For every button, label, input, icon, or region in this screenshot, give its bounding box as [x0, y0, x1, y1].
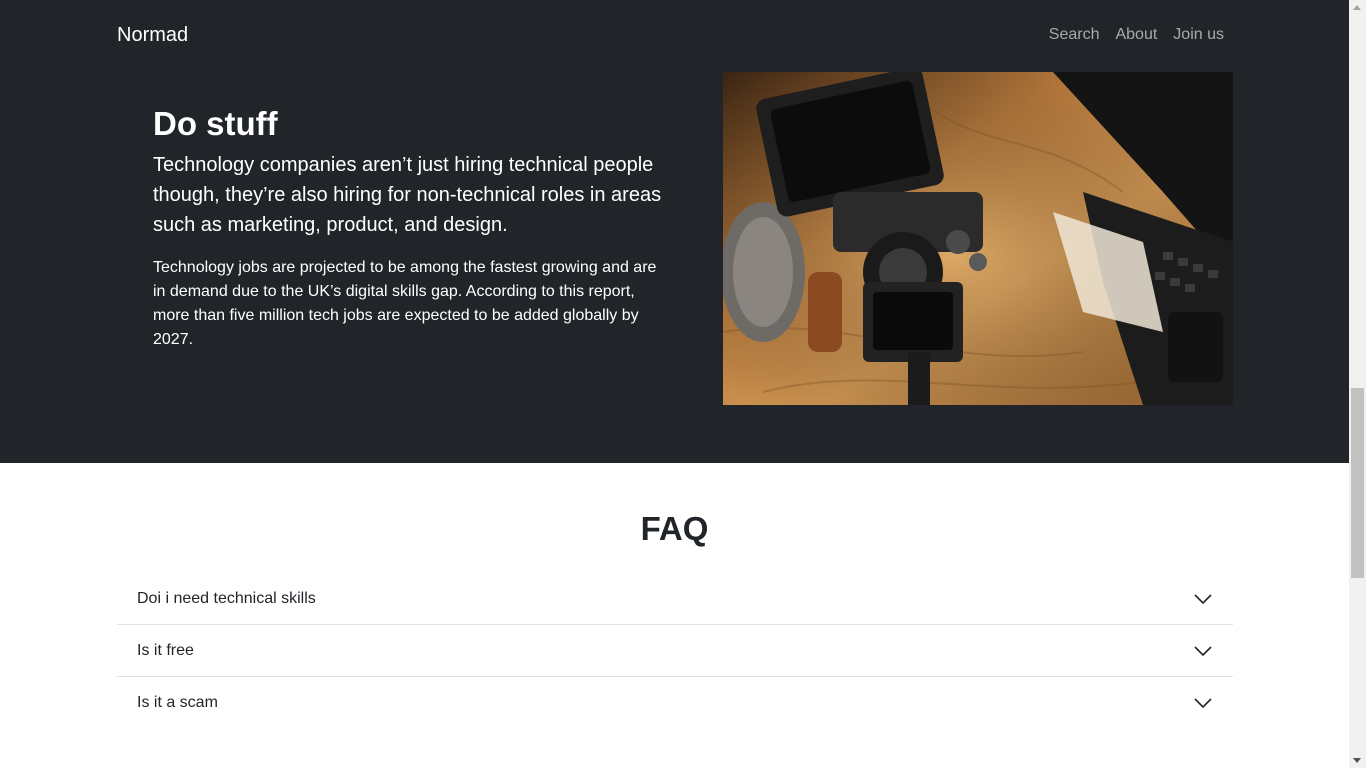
hero-lead-text: Technology companies aren’t just hiring … — [153, 154, 662, 236]
faq-item[interactable]: Is it free — [117, 625, 1233, 677]
faq-item[interactable]: Doi i need technical skills — [117, 573, 1233, 625]
chevron-down-icon — [1194, 593, 1212, 604]
faq-accordion: Doi i need technical skills Is it free I… — [117, 573, 1233, 729]
hero-section: Normad Search About Join us Do stuff Tec… — [0, 0, 1349, 463]
vertical-scrollbar[interactable] — [1349, 0, 1366, 768]
faq-question: Doi i need technical skills — [137, 589, 316, 607]
chevron-down-icon — [1194, 698, 1212, 709]
faq-item[interactable]: Is it a scam — [117, 677, 1233, 729]
nav-join-us[interactable]: Join us — [1173, 26, 1224, 44]
scroll-up-arrow-icon[interactable] — [1353, 5, 1361, 10]
faq-title: FAQ — [640, 510, 709, 547]
faq-question: Is it a scam — [137, 694, 218, 711]
scrollbar-thumb[interactable] — [1351, 388, 1364, 578]
brand-logo[interactable]: Normad — [117, 24, 188, 47]
nav-search[interactable]: Search — [1049, 26, 1100, 44]
chevron-down-icon — [1194, 645, 1212, 656]
scroll-down-arrow-icon[interactable] — [1353, 758, 1361, 763]
camera-rig-photo — [723, 72, 1233, 405]
nav-about[interactable]: About — [1115, 26, 1157, 44]
hero-title: Do stuff — [153, 105, 278, 142]
page: Normad Search About Join us Do stuff Tec… — [0, 0, 1349, 768]
faq-question: Is it free — [137, 641, 194, 659]
hero-body-text: Technology jobs are projected to be amon… — [153, 259, 657, 348]
top-nav: Search About Join us — [1049, 26, 1224, 44]
